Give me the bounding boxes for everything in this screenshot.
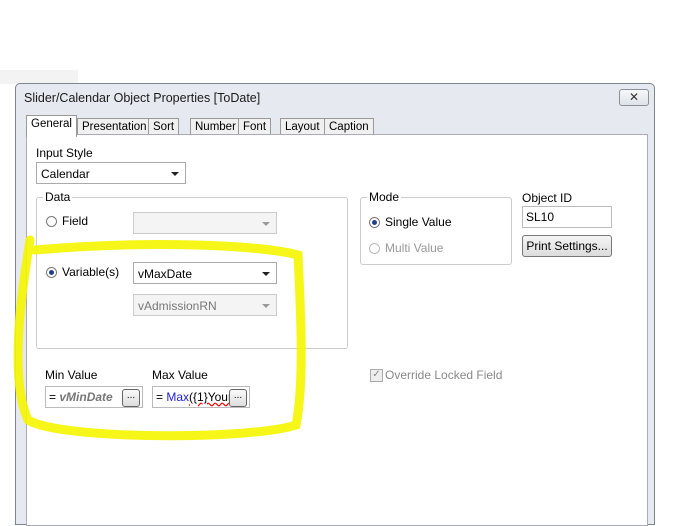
tab-general[interactable]: General: [26, 115, 77, 137]
highlight-annotation: [13, 235, 306, 441]
